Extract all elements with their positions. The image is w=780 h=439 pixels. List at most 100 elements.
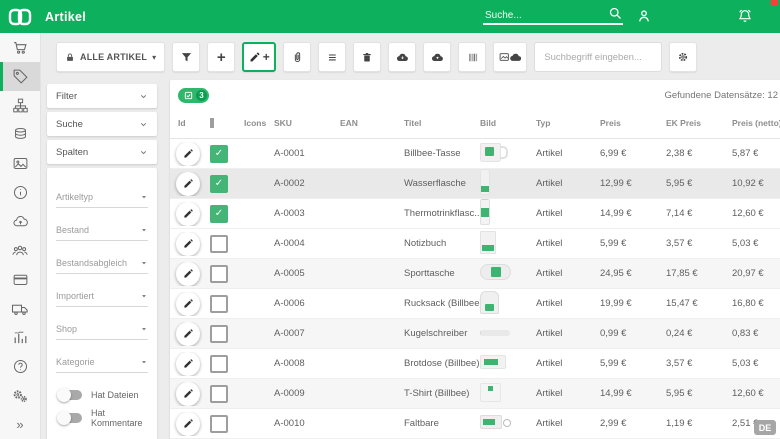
row-checkbox[interactable] — [210, 325, 228, 343]
row-checkbox[interactable] — [210, 265, 228, 283]
typ-cell: Artikel — [536, 418, 600, 429]
table-row[interactable]: A-0004 Notizbuch Artikel 5,99 € 3,57 € 5… — [170, 229, 780, 259]
sidebar-item-settings[interactable] — [0, 381, 40, 410]
column-header-preis[interactable]: Preis — [600, 118, 666, 128]
sidebar-item-cloud-import[interactable] — [0, 207, 40, 236]
filter-button[interactable] — [172, 42, 200, 72]
imported-select[interactable]: Importiert — [56, 291, 148, 307]
table-row[interactable]: A-0005 Sporttasche Artikel 24,95 € 17,85… — [170, 259, 780, 289]
sidebar-item-orders[interactable] — [0, 33, 40, 62]
table-settings-button[interactable] — [669, 42, 697, 72]
row-checkbox[interactable] — [210, 235, 228, 253]
titel-cell: Kugelschreiber — [404, 328, 480, 339]
edit-row-button[interactable] — [176, 172, 200, 196]
category-select[interactable]: Kategorie — [56, 357, 148, 373]
table-row[interactable]: A-0009 T-Shirt (Billbee) Artikel 14,99 €… — [170, 379, 780, 409]
select-all-checkbox[interactable] — [210, 118, 214, 128]
edit-row-button[interactable] — [176, 352, 200, 376]
delete-button[interactable] — [353, 42, 381, 72]
table-row[interactable]: A-0010 Faltbare Artikel 2,99 € 1,19 € 2,… — [170, 409, 780, 439]
edit-row-button[interactable] — [176, 412, 200, 436]
cloud-export-button[interactable] — [423, 42, 451, 72]
product-image — [480, 169, 490, 195]
global-search-input[interactable]: Suche... — [483, 6, 623, 25]
sidebar-item-info[interactable] — [0, 178, 40, 207]
row-checkbox[interactable] — [210, 415, 228, 433]
sidebar-item-customers[interactable] — [0, 236, 40, 265]
edit-row-button[interactable] — [176, 142, 200, 166]
filter-section-toggle[interactable]: Filter — [47, 84, 157, 108]
selection-count-badge[interactable]: 3 — [178, 88, 209, 103]
sidebar-expand-button[interactable]: » — [0, 410, 40, 439]
caret-down-icon — [140, 193, 148, 201]
product-image — [480, 199, 490, 225]
sku-cell: A-0008 — [274, 358, 340, 369]
table-row[interactable]: A-0002 Wasserflasche Artikel 12,99 € 5,9… — [170, 169, 780, 199]
article-search-input[interactable] — [534, 42, 662, 72]
sidebar-item-shipping[interactable] — [0, 294, 40, 323]
table-row[interactable]: A-0007 Kugelschreiber Artikel 0,99 € 0,2… — [170, 319, 780, 349]
column-header-icons[interactable]: Icons — [244, 118, 274, 128]
edit-row-button[interactable] — [176, 202, 200, 226]
row-checkbox[interactable] — [210, 355, 228, 373]
edit-create-button[interactable]: + — [242, 42, 276, 72]
shop-select[interactable]: Shop — [56, 324, 148, 340]
row-checkbox[interactable] — [210, 205, 228, 223]
sidebar-item-statistics[interactable] — [0, 323, 40, 352]
row-checkbox[interactable] — [210, 295, 228, 313]
has-comments-toggle[interactable]: Hat Kommentare — [58, 408, 148, 428]
preis-netto-cell: 5,03 € — [732, 358, 780, 369]
bild-cell — [480, 355, 536, 372]
table-row[interactable]: A-0008 Brotdose (Billbee) Artikel 5,99 €… — [170, 349, 780, 379]
edit-row-button[interactable] — [176, 292, 200, 316]
article-type-select[interactable]: Artikeltyp — [56, 192, 148, 208]
edit-row-button[interactable] — [176, 262, 200, 286]
stock-sync-select[interactable]: Bestandsabgleich — [56, 258, 148, 274]
column-header-sku[interactable]: SKU — [274, 118, 340, 128]
columns-section-toggle[interactable]: Spalten — [47, 140, 157, 164]
column-header-typ[interactable]: Typ — [536, 118, 600, 128]
image-cloud-button[interactable] — [493, 42, 527, 72]
stock-select[interactable]: Bestand — [56, 225, 148, 241]
sku-cell: A-0001 — [274, 148, 340, 159]
sidebar-item-categories[interactable] — [0, 91, 40, 120]
table-row[interactable]: A-0001 Billbee-Tasse Artikel 6,99 € 2,38… — [170, 139, 780, 169]
column-header-ek-preis[interactable]: EK Preis — [666, 118, 732, 128]
sidebar-item-payments[interactable] — [0, 265, 40, 294]
has-files-toggle[interactable]: Hat Dateien — [58, 390, 148, 400]
edit-cell — [170, 232, 210, 256]
column-header-preis-netto[interactable]: Preis (netto) — [732, 118, 780, 128]
link-articles-button[interactable] — [283, 42, 311, 72]
filter-scope-dropdown-button[interactable]: ALLE ARTIKEL ▾ — [56, 42, 165, 72]
row-checkbox[interactable] — [210, 175, 228, 193]
table-row[interactable]: A-0003 Thermotrinkflasc... Artikel 14,99… — [170, 199, 780, 229]
sidebar-item-articles[interactable] — [0, 62, 40, 91]
search-section-toggle[interactable]: Suche — [47, 112, 157, 136]
sidebar-item-images[interactable] — [0, 149, 40, 178]
cloud-import-button[interactable] — [388, 42, 416, 72]
column-header-bild[interactable]: Bild — [480, 118, 536, 128]
product-image — [480, 415, 502, 429]
row-checkbox[interactable] — [210, 385, 228, 403]
toggle-switch[interactable] — [58, 413, 82, 423]
edit-row-button[interactable] — [176, 382, 200, 406]
column-header-id[interactable]: Id — [170, 118, 210, 128]
notifications-bell-icon[interactable] — [737, 8, 753, 24]
barcode-button[interactable] — [458, 42, 486, 72]
toggle-switch[interactable] — [58, 390, 82, 400]
language-badge[interactable]: DE — [754, 420, 776, 435]
user-account-icon[interactable] — [636, 8, 652, 24]
table-row[interactable]: A-0006 Rucksack (Billbee) Artikel 19,99 … — [170, 289, 780, 319]
typ-cell: Artikel — [536, 208, 600, 219]
column-header-titel[interactable]: Titel — [404, 118, 480, 128]
sidebar-item-help[interactable] — [0, 352, 40, 381]
edit-row-button[interactable] — [176, 232, 200, 256]
sidebar-item-stock[interactable] — [0, 120, 40, 149]
edit-row-button[interactable] — [176, 322, 200, 346]
global-search-placeholder: Suche... — [483, 10, 608, 21]
list-options-button[interactable]: ≡ — [318, 42, 346, 72]
search-icon[interactable] — [608, 6, 623, 21]
column-header-ean[interactable]: EAN — [340, 118, 404, 128]
row-checkbox[interactable] — [210, 145, 228, 163]
add-article-button[interactable]: + — [207, 42, 235, 72]
